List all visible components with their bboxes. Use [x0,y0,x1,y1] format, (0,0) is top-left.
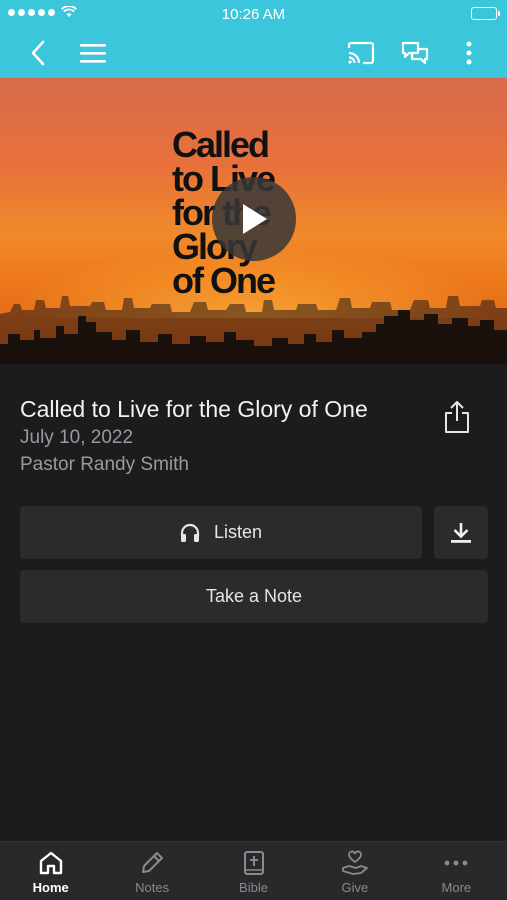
horizontal-ellipsis-icon [444,860,468,866]
status-bar: 10:26 AM [0,0,507,28]
sermon-artwork[interactable]: Called to Live for the Glory of One [0,78,507,364]
tab-more[interactable]: More [406,842,507,900]
hamburger-menu-icon [80,44,106,63]
download-button[interactable] [434,506,488,559]
sermon-title: Called to Live for the Glory of One [20,396,368,422]
sermon-pastor: Pastor Randy Smith [20,454,189,475]
bible-icon [243,851,264,875]
tab-notes[interactable]: Notes [101,842,202,900]
play-icon [243,204,267,234]
listen-button[interactable]: Listen [20,506,422,559]
share-button[interactable] [440,398,474,436]
more-options-button[interactable] [451,36,487,70]
headphones-icon [180,523,200,542]
chat-button[interactable] [397,36,433,70]
take-note-label: Take a Note [205,586,303,606]
menu-button[interactable] [75,36,111,70]
sermon-date: July 10, 2022 [20,427,134,448]
take-note-button[interactable]: Take a Note [20,570,488,623]
tab-bible[interactable]: Bible [203,842,304,900]
signal-strength-icon [8,8,55,16]
status-signal [8,6,77,18]
pencil-icon [142,852,164,873]
give-hand-heart-icon [342,850,368,875]
home-icon [39,851,62,875]
tab-label: Home [32,880,69,895]
share-icon [445,401,469,433]
download-icon [451,522,471,543]
tab-label: Bible [239,880,268,895]
play-button[interactable] [212,177,296,261]
back-button[interactable] [20,36,56,70]
battery-icon [471,7,500,20]
listen-label: Listen [213,522,263,542]
status-time: 10:26 AM [221,5,286,23]
tab-label: Give [341,880,369,895]
tab-bar: Home Notes Bible Give More [0,841,507,900]
chat-bubbles-icon [401,41,429,65]
wifi-icon [61,6,77,17]
tab-home[interactable]: Home [0,842,101,900]
nav-bar [0,28,507,78]
tab-give[interactable]: Give [304,842,405,900]
tab-label: More [441,880,472,895]
city-skyline-image [0,296,507,364]
cast-button[interactable] [343,36,379,70]
tab-label: Notes [135,880,170,895]
chevron-left-icon [31,40,45,66]
cast-icon [347,41,375,65]
vertical-ellipsis-icon [466,41,472,65]
